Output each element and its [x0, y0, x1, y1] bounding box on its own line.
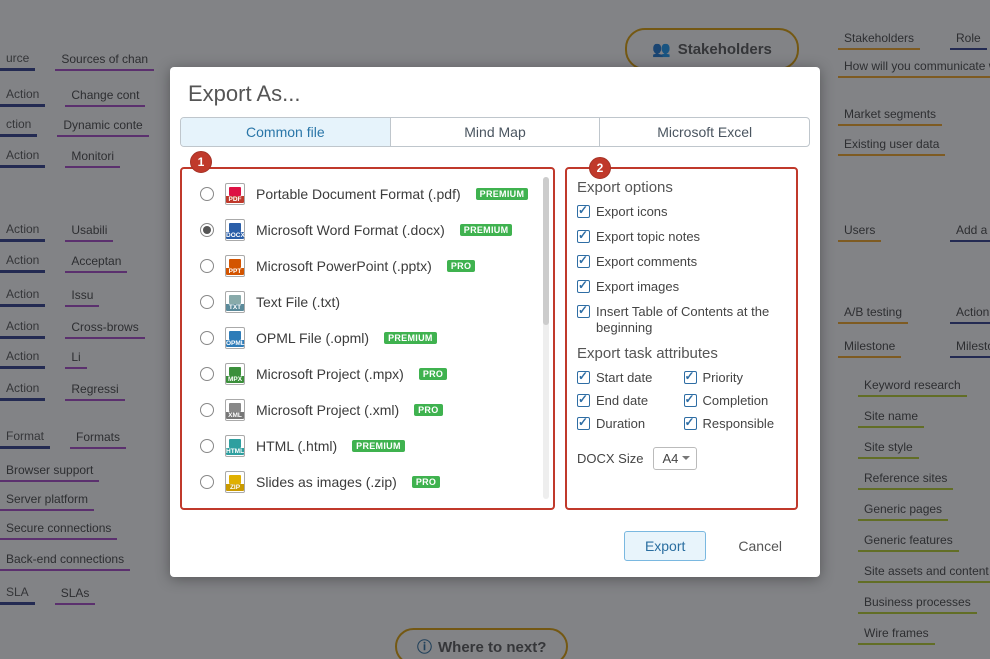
pdf-file-icon: PDF: [225, 183, 245, 205]
format-option-pptx[interactable]: PPT Microsoft PowerPoint (.pptx) PRO: [200, 255, 547, 277]
format-label: Portable Document Format (.pdf): [256, 186, 461, 202]
format-label: Slides as images (.zip): [256, 474, 397, 490]
premium-badge: PREMIUM: [352, 440, 405, 452]
task-attr-label: End date: [596, 393, 648, 410]
tab-common-file[interactable]: Common file: [181, 118, 390, 146]
checkbox[interactable]: [684, 371, 697, 384]
task-attr-row[interactable]: Start date: [577, 370, 680, 387]
task-attr-row[interactable]: Responsible: [684, 416, 787, 433]
option-label: Export images: [596, 279, 679, 296]
checkbox[interactable]: [577, 230, 590, 243]
docx-size-select[interactable]: A4: [653, 447, 697, 470]
task-attr-row[interactable]: Duration: [577, 416, 680, 433]
radio-html[interactable]: [200, 439, 214, 453]
radio-pptx[interactable]: [200, 259, 214, 273]
format-option-xml[interactable]: XML Microsoft Project (.xml) PRO: [200, 399, 547, 421]
xml-file-icon: XML: [225, 399, 245, 421]
format-option-mpx[interactable]: MPX Microsoft Project (.mpx) PRO: [200, 363, 547, 385]
callout-1: 1: [190, 151, 212, 173]
mpx-file-icon: MPX: [225, 363, 245, 385]
task-attr-label: Duration: [596, 416, 645, 433]
format-label: HTML (.html): [256, 438, 337, 454]
option-row[interactable]: Export images: [577, 279, 786, 296]
radio-xml[interactable]: [200, 403, 214, 417]
tab-microsoft-excel[interactable]: Microsoft Excel: [599, 118, 809, 146]
checkbox[interactable]: [577, 255, 590, 268]
format-label: OPML File (.opml): [256, 330, 369, 346]
option-row[interactable]: Export comments: [577, 254, 786, 271]
pro-badge: PRO: [419, 368, 447, 380]
pptx-file-icon: PPT: [225, 255, 245, 277]
premium-badge: PREMIUM: [384, 332, 437, 344]
format-label: Microsoft Project (.mpx): [256, 366, 404, 382]
export-options-region: Export options Export icons Export topic …: [565, 167, 798, 510]
format-option-docx[interactable]: DOCX Microsoft Word Format (.docx) PREMIUM: [200, 219, 547, 241]
checkbox[interactable]: [577, 371, 590, 384]
option-label: Export topic notes: [596, 229, 700, 246]
radio-txt[interactable]: [200, 295, 214, 309]
checkbox[interactable]: [577, 280, 590, 293]
checkbox[interactable]: [684, 417, 697, 430]
docx-size-label: DOCX Size: [577, 451, 643, 466]
option-label: Export icons: [596, 204, 668, 221]
checkbox[interactable]: [684, 394, 697, 407]
tab-mind-map[interactable]: Mind Map: [390, 118, 600, 146]
option-row[interactable]: Insert Table of Contents at the beginnin…: [577, 304, 786, 338]
task-attr-label: Priority: [703, 370, 743, 387]
checkbox[interactable]: [577, 205, 590, 218]
radio-pdf[interactable]: [200, 187, 214, 201]
format-option-zip[interactable]: ZIP Slides as images (.zip) PRO: [200, 471, 547, 493]
premium-badge: PREMIUM: [476, 188, 529, 200]
pro-badge: PRO: [414, 404, 442, 416]
format-label: Text File (.txt): [256, 294, 340, 310]
scrollbar-thumb[interactable]: [543, 177, 549, 325]
zip-file-icon: ZIP: [225, 471, 245, 493]
format-scrollbar[interactable]: [543, 177, 549, 499]
radio-mpx[interactable]: [200, 367, 214, 381]
task-attributes-title: Export task attributes: [577, 345, 786, 362]
premium-badge: PREMIUM: [460, 224, 513, 236]
callout-2: 2: [589, 157, 611, 179]
task-attr-label: Responsible: [703, 416, 775, 433]
option-row[interactable]: Export icons: [577, 204, 786, 221]
format-label: Microsoft Word Format (.docx): [256, 222, 445, 238]
export-modal: Export As... Common file Mind Map Micros…: [170, 67, 820, 577]
radio-zip[interactable]: [200, 475, 214, 489]
pro-badge: PRO: [412, 476, 440, 488]
pro-badge: PRO: [447, 260, 475, 272]
export-button[interactable]: Export: [624, 531, 706, 561]
modal-title: Export As...: [170, 67, 820, 117]
html-file-icon: HTML: [225, 435, 245, 457]
checkbox[interactable]: [577, 417, 590, 430]
task-attr-row[interactable]: Priority: [684, 370, 787, 387]
docx-file-icon: DOCX: [225, 219, 245, 241]
format-option-pdf[interactable]: PDF Portable Document Format (.pdf) PREMIU…: [200, 183, 547, 205]
task-attr-row[interactable]: Completion: [684, 393, 787, 410]
format-label: Microsoft Project (.xml): [256, 402, 399, 418]
format-option-txt[interactable]: TXT Text File (.txt): [200, 291, 547, 313]
option-row[interactable]: Export topic notes: [577, 229, 786, 246]
format-option-html[interactable]: HTML HTML (.html) PREMIUM: [200, 435, 547, 457]
option-label: Insert Table of Contents at the beginnin…: [596, 304, 786, 338]
option-label: Export comments: [596, 254, 697, 271]
export-options-title: Export options: [577, 179, 786, 196]
format-list: PDF Portable Document Format (.pdf) PREMIU…: [182, 169, 553, 508]
txt-file-icon: TXT: [225, 291, 245, 313]
radio-opml[interactable]: [200, 331, 214, 345]
checkbox[interactable]: [577, 305, 590, 318]
checkbox[interactable]: [577, 394, 590, 407]
opml-file-icon: OPML: [225, 327, 245, 349]
format-list-region: PDF Portable Document Format (.pdf) PREMIU…: [180, 167, 555, 510]
format-label: Microsoft PowerPoint (.pptx): [256, 258, 432, 274]
format-option-opml[interactable]: OPML OPML File (.opml) PREMIUM: [200, 327, 547, 349]
task-attr-row[interactable]: End date: [577, 393, 680, 410]
cancel-button[interactable]: Cancel: [718, 532, 802, 560]
task-attr-label: Start date: [596, 370, 652, 387]
task-attr-label: Completion: [703, 393, 769, 410]
tab-group: Common file Mind Map Microsoft Excel: [180, 117, 810, 147]
radio-docx[interactable]: [200, 223, 214, 237]
